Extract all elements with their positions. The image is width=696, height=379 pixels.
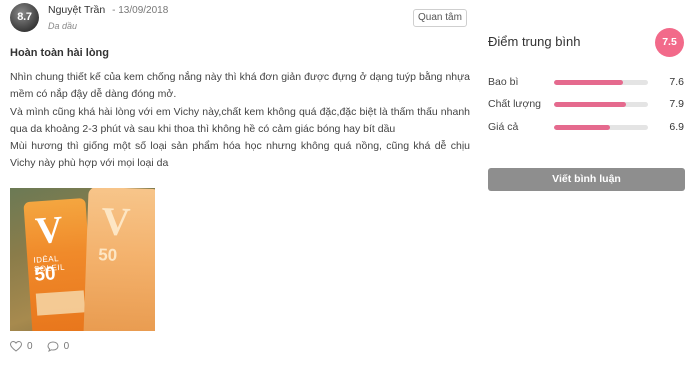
- avatar[interactable]: 8.7: [10, 3, 39, 32]
- avatar-score: 8.7: [17, 11, 32, 23]
- comment-icon: [47, 341, 59, 352]
- rating-bar: [554, 125, 648, 130]
- rating-row-packaging: Bao bì 7.6: [488, 76, 688, 90]
- spf-text: 50: [97, 245, 118, 265]
- review-photo[interactable]: V IDÉAL SOLEIL 50 V 50: [10, 188, 155, 331]
- brand-mark: V: [33, 208, 65, 253]
- review-body: Nhìn chung thiết kế của kem chống nắng n…: [10, 69, 470, 173]
- rating-value: 6.9: [669, 121, 684, 133]
- follow-button[interactable]: Quan tâm: [413, 9, 467, 27]
- review-paragraph: Mùi hương thì giống một số loại sản phẩm…: [10, 140, 470, 170]
- rating-row-price: Giá cả 6.9: [488, 121, 688, 135]
- rating-label: Bao bì: [488, 76, 519, 88]
- like-count: 0: [27, 341, 33, 352]
- like-button[interactable]: 0: [10, 341, 33, 352]
- rating-row-quality: Chất lượng 7.9: [488, 98, 688, 112]
- average-score-badge: 7.5: [655, 28, 684, 57]
- rating-bar: [554, 102, 648, 107]
- rating-bar-fill: [554, 80, 623, 85]
- rating-value: 7.9: [669, 98, 684, 110]
- product-label-panel: [35, 290, 86, 316]
- average-score-title: Điểm trung bình: [488, 34, 581, 49]
- rating-label: Giá cả: [488, 121, 519, 133]
- spf-text: 50: [33, 263, 57, 286]
- review-paragraph: Nhìn chung thiết kế của kem chống nắng n…: [10, 71, 470, 101]
- review-paragraph: Và mình cũng khá hài lòng với em Vichy n…: [10, 105, 470, 135]
- skin-type: Da dầu: [48, 21, 78, 31]
- review-actions: 0 0: [10, 341, 69, 352]
- rating-value: 7.6: [669, 76, 684, 88]
- rating-bar-fill: [554, 125, 611, 130]
- comment-count: 0: [63, 341, 70, 352]
- heart-icon: [10, 341, 22, 352]
- review-date: - 13/09/2018: [112, 5, 169, 16]
- comment-button[interactable]: 0: [47, 341, 70, 352]
- rating-bar: [554, 80, 648, 85]
- author-name[interactable]: Nguyệt Trần: [48, 4, 105, 16]
- review-title: Hoàn toàn hài lòng: [10, 47, 109, 59]
- sunscreen-tube-back: V 50: [83, 188, 155, 331]
- rating-label: Chất lượng: [488, 98, 542, 110]
- brand-mark: V: [100, 198, 132, 245]
- review-author-line: Nguyệt Trần - 13/09/2018: [48, 4, 168, 16]
- rating-bar-fill: [554, 102, 627, 107]
- write-review-button[interactable]: Viết bình luận: [488, 168, 685, 191]
